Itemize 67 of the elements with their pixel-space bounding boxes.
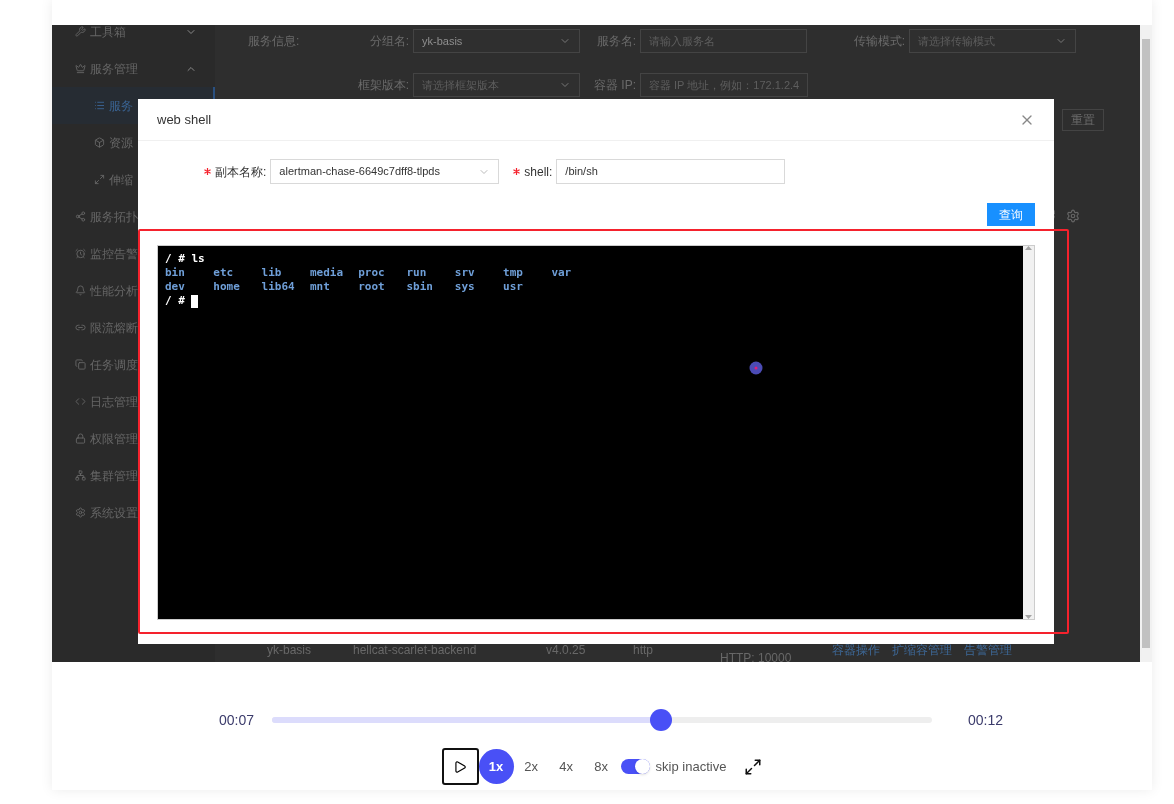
copy-icon	[75, 359, 86, 370]
wrench-icon	[75, 26, 86, 37]
fullscreen-icon[interactable]	[744, 757, 763, 776]
file-name: dev	[165, 280, 186, 294]
required-icon	[204, 168, 211, 175]
bell-icon	[75, 285, 86, 296]
file-name: run	[406, 266, 428, 280]
settings-icon[interactable]	[1066, 209, 1080, 223]
action-link[interactable]: 容器操作	[832, 641, 880, 659]
table-cell-text: http	[633, 642, 654, 659]
speed-button[interactable]: 4x	[548, 749, 584, 784]
file-name: etc	[213, 266, 235, 280]
file-name: usr	[503, 280, 524, 294]
file-name: root	[358, 280, 386, 294]
file-name: tmp	[503, 266, 524, 280]
file-name: sys	[454, 280, 476, 294]
lock-icon	[75, 433, 86, 444]
query-button[interactable]: 查询	[987, 203, 1035, 226]
file-name: var	[551, 266, 573, 280]
progress-thumb[interactable]	[650, 709, 673, 731]
file-name: media	[309, 266, 344, 280]
field-label: 副本名称:	[215, 163, 267, 181]
list-icon	[94, 100, 105, 111]
table-cell-text: HTTP: 10000	[720, 650, 793, 662]
settings-icon	[75, 507, 86, 518]
expand-icon	[94, 174, 105, 185]
file-name: srv	[454, 266, 476, 280]
current-time: 00:07	[217, 710, 255, 730]
table-cell-text: hellcat-scarlet-backend	[353, 642, 478, 659]
action-link[interactable]: 扩缩容管理	[892, 641, 952, 659]
sidebar-item[interactable]: 工具箱	[52, 25, 215, 50]
field-label: shell:	[524, 163, 553, 181]
skip-toggle[interactable]	[620, 759, 650, 774]
speed-button[interactable]: 2x	[513, 749, 549, 784]
share-icon	[75, 211, 86, 222]
file-name: mnt	[309, 280, 331, 294]
table-cell-text: v4.0.25	[546, 642, 587, 659]
mouse-cursor-icon	[749, 361, 763, 375]
file-name: sbin	[406, 280, 434, 294]
file-name: lib64	[261, 280, 296, 294]
action-link[interactable]: 告警管理	[964, 641, 1012, 659]
select-field[interactable]: yk-basis	[413, 29, 580, 53]
terminal-cursor	[190, 294, 198, 308]
terminal-line: / # ls	[165, 252, 205, 266]
field-label: 框架版本:	[356, 77, 410, 94]
network-icon	[75, 470, 86, 481]
progress-track[interactable]	[272, 717, 932, 723]
total-time: 00:12	[967, 710, 1004, 730]
select-field[interactable]: alertman-chase-6649c7dff8-tlpds	[270, 159, 500, 184]
skip-inactive-label: skip inactive	[655, 757, 727, 776]
file-name: home	[213, 280, 241, 294]
alarm-icon	[75, 248, 86, 259]
play-icon	[453, 759, 468, 774]
play-button[interactable]	[441, 748, 479, 785]
file-name: lib	[261, 266, 283, 280]
cube-icon	[94, 137, 105, 148]
table-cell-text: yk-basis	[267, 642, 312, 659]
terminal-line: / #	[165, 294, 185, 308]
file-name: bin	[165, 266, 186, 280]
file-name: proc	[358, 266, 386, 280]
code-icon	[75, 396, 86, 407]
link-icon	[75, 322, 86, 333]
crown-icon	[75, 63, 86, 74]
input-field[interactable]: /bin/sh	[556, 159, 786, 184]
speed-button[interactable]: 8x	[583, 749, 619, 784]
required-icon	[513, 168, 521, 175]
speed-button[interactable]: 1x	[478, 749, 514, 784]
